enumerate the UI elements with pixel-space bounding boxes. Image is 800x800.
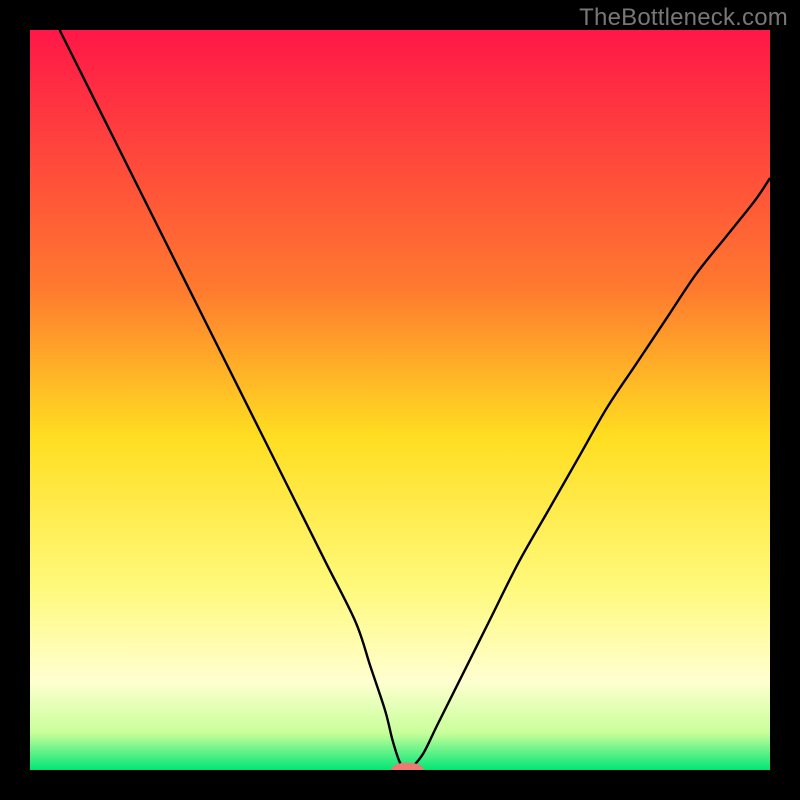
chart-frame: TheBottleneck.com (0, 0, 800, 800)
gradient-background (30, 30, 770, 770)
bottleneck-chart (30, 30, 770, 770)
plot-area (30, 30, 770, 770)
watermark-text: TheBottleneck.com (579, 4, 788, 32)
